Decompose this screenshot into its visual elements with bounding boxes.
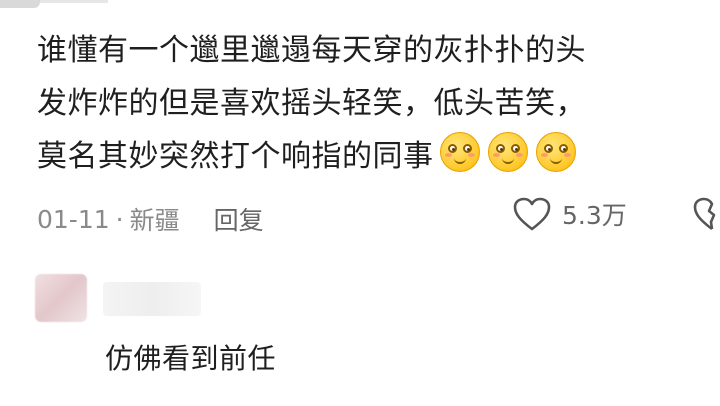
comment-body: 谁懂有一个邋里邋遢每天穿的灰扑扑的头 发炸炸的但是喜欢摇头轻笑，低头苦笑， 莫名… — [37, 24, 707, 183]
comment-date: 01-11 — [37, 204, 110, 234]
comment-location: 新疆 — [129, 206, 180, 235]
smiley-emoji-icon — [487, 132, 528, 172]
comment-line-last: 莫名其妙突然打个响指的同事 — [37, 130, 707, 183]
like-button[interactable]: 5.3万 — [512, 196, 627, 232]
smiley-emoji-icon — [439, 132, 480, 172]
meta-separator: · — [115, 204, 124, 234]
comment-meta: 01-11 · 新疆 回复 — [37, 201, 264, 237]
like-count: 5.3万 — [562, 201, 627, 230]
reply-comment-item: 仿佛看到前任 — [0, 250, 720, 405]
heart-broken-icon — [693, 197, 716, 231]
avatar[interactable] — [35, 274, 87, 322]
comment-line: 谁懂有一个邋里邋遢每天穿的灰扑扑的头 — [37, 33, 586, 68]
reply-button[interactable]: 回复 — [214, 201, 264, 237]
previous-item-edge — [0, 0, 40, 8]
smiley-emoji-icon — [535, 132, 576, 172]
dislike-button[interactable] — [692, 196, 720, 236]
reply-comment-body: 仿佛看到前任 — [105, 342, 277, 375]
username-blurred[interactable] — [103, 282, 201, 316]
comment-line: 发炸炸的但是喜欢摇头轻笑，低头苦笑， — [37, 86, 586, 121]
comment-line: 莫名其妙突然打个响指的同事 — [37, 139, 434, 174]
emoji-group — [439, 132, 576, 172]
previous-item-edge — [40, 0, 108, 3]
heart-outline-icon — [513, 197, 551, 231]
